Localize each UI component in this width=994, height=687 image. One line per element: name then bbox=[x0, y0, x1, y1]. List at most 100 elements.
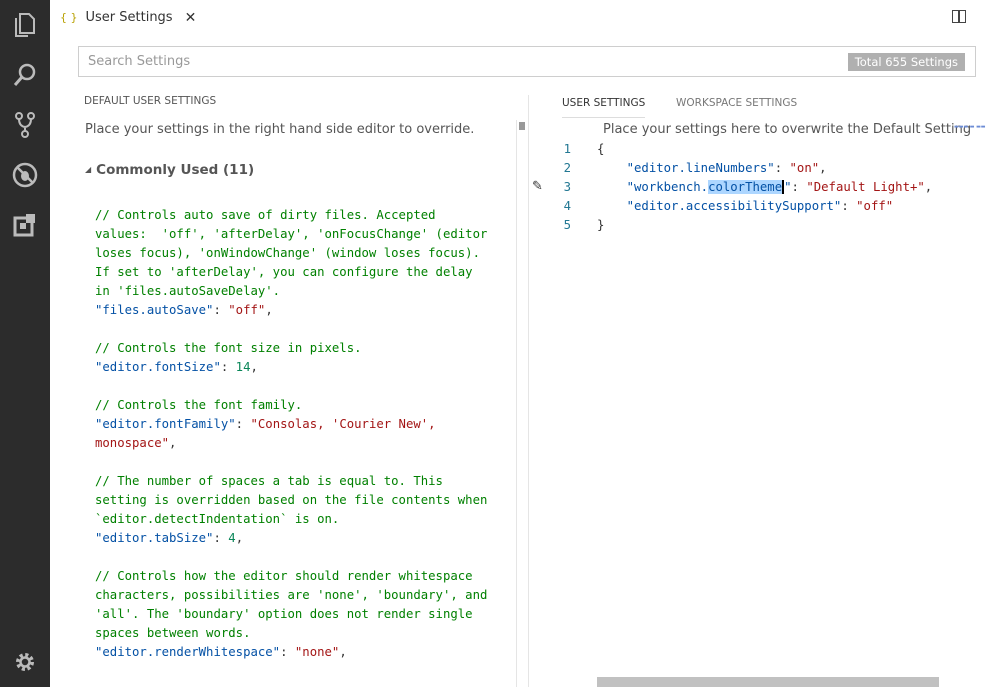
code-line: "editor.fontSize": 14, bbox=[95, 358, 487, 377]
code-line: spaces between words. bbox=[95, 624, 487, 643]
code-line bbox=[95, 453, 487, 472]
search-settings: Total 655 Settings bbox=[78, 46, 976, 77]
collapse-triangle-icon: ◢ bbox=[85, 165, 91, 174]
number-value: 4 bbox=[228, 531, 235, 545]
split-editor-icon[interactable] bbox=[952, 10, 966, 23]
code-line: "editor.tabSize": 4, bbox=[95, 529, 487, 548]
code-line: values: 'off', 'afterDelay', 'onFocusCha… bbox=[95, 225, 487, 244]
code-line: // Controls the font size in pixels. bbox=[95, 339, 487, 358]
string-value: monospace" bbox=[95, 436, 169, 450]
explorer-icon[interactable] bbox=[0, 0, 50, 50]
user-settings-hint: Place your settings here to overwrite th… bbox=[603, 122, 971, 137]
comment: // The number of spaces a tab is equal t… bbox=[95, 474, 443, 488]
line-number: 1 bbox=[545, 140, 571, 159]
code-line: "files.autoSave": "off", bbox=[95, 301, 487, 320]
code-line bbox=[95, 548, 487, 567]
json-braces-icon: { } bbox=[60, 11, 78, 24]
code-line: "editor.lineNumbers": "on", bbox=[597, 159, 932, 178]
setting-key: "editor.fontFamily" bbox=[95, 417, 236, 431]
punctuation: : bbox=[213, 303, 228, 317]
user-settings-editor[interactable]: { "editor.lineNumbers": "on", "workbench… bbox=[597, 140, 932, 235]
edit-pencil-icon[interactable]: ✎ bbox=[532, 179, 543, 194]
default-editor-scrollbar[interactable] bbox=[516, 120, 527, 687]
setting-key: "editor.renderWhitespace" bbox=[95, 645, 280, 659]
punctuation: : bbox=[775, 161, 790, 175]
code-line: "editor.fontFamily": "Consolas, 'Courier… bbox=[95, 415, 487, 434]
setting-key: "editor.lineNumbers" bbox=[627, 161, 775, 175]
setting-key: " bbox=[784, 180, 791, 194]
code-line: If set to 'afterDelay', you can configur… bbox=[95, 263, 487, 282]
code-line: // The number of spaces a tab is equal t… bbox=[95, 472, 487, 491]
punctuation bbox=[597, 161, 627, 175]
code-line: 'all'. The 'boundary' option does not re… bbox=[95, 605, 487, 624]
comment: setting is overridden based on the file … bbox=[95, 493, 487, 507]
selected-text: colorTheme bbox=[708, 180, 784, 194]
setting-key: "editor.accessibilitySupport" bbox=[627, 199, 842, 213]
commonly-used-section[interactable]: ◢Commonly Used (11) bbox=[85, 162, 254, 178]
horizontal-scrollbar[interactable] bbox=[597, 677, 939, 687]
line-number: 4 bbox=[545, 197, 571, 216]
punctuation: : bbox=[841, 199, 856, 213]
comment: `editor.detectIndentation` is on. bbox=[95, 512, 339, 526]
code-line: // Controls the font family. bbox=[95, 396, 487, 415]
comment: // Controls the font family. bbox=[95, 398, 302, 412]
punctuation: { bbox=[597, 142, 604, 156]
punctuation bbox=[597, 180, 627, 194]
minimap[interactable]: ▬▬▬ ▬ ▬▬ bbox=[954, 124, 986, 130]
punctuation bbox=[597, 199, 627, 213]
code-line: in 'files.autoSaveDelay'. bbox=[95, 282, 487, 301]
setting-key: "files.autoSave" bbox=[95, 303, 213, 317]
code-line: "editor.renderWhitespace": "none", bbox=[95, 643, 487, 662]
code-line: `editor.detectIndentation` is on. bbox=[95, 510, 487, 529]
code-line bbox=[95, 320, 487, 339]
close-tab-icon[interactable]: ✕ bbox=[185, 10, 197, 26]
search-icon[interactable] bbox=[0, 50, 50, 100]
string-value: "off" bbox=[856, 199, 893, 213]
punctuation: } bbox=[597, 218, 604, 232]
code-line: // Controls auto save of dirty files. Ac… bbox=[95, 206, 487, 225]
line-number: 5 bbox=[545, 216, 571, 235]
setting-key: "workbench. bbox=[627, 180, 708, 194]
extensions-icon[interactable] bbox=[0, 200, 50, 250]
code-line: characters, possibilities are 'none', 'b… bbox=[95, 586, 487, 605]
tab-bar: { } User Settings ✕ bbox=[50, 0, 994, 35]
source-control-icon[interactable] bbox=[0, 100, 50, 150]
code-line: monospace", bbox=[95, 434, 487, 453]
split-divider[interactable] bbox=[528, 95, 529, 687]
punctuation: : bbox=[792, 180, 807, 194]
punctuation: , bbox=[339, 645, 346, 659]
default-settings-header: DEFAULT USER SETTINGS bbox=[84, 95, 216, 107]
comment: characters, possibilities are 'none', 'b… bbox=[95, 588, 487, 602]
line-number: 3 bbox=[545, 178, 571, 197]
comment: If set to 'afterDelay', you can configur… bbox=[95, 265, 473, 279]
code-line: // Controls how the editor should render… bbox=[95, 567, 487, 586]
code-line: setting is overridden based on the file … bbox=[95, 491, 487, 510]
code-line: "editor.accessibilitySupport": "off" bbox=[597, 197, 932, 216]
settings-gear-icon[interactable] bbox=[0, 637, 50, 687]
comment: loses focus), 'onWindowChange' (window l… bbox=[95, 246, 480, 260]
tab-workspace-settings[interactable]: WORKSPACE SETTINGS bbox=[676, 97, 797, 109]
punctuation: , bbox=[819, 161, 826, 175]
punctuation: , bbox=[250, 360, 257, 374]
punctuation: : bbox=[280, 645, 295, 659]
number-value: 14 bbox=[236, 360, 251, 374]
debug-icon[interactable] bbox=[0, 150, 50, 200]
setting-key: "editor.tabSize" bbox=[95, 531, 213, 545]
string-value: "on" bbox=[790, 161, 820, 175]
punctuation: : bbox=[236, 417, 251, 431]
setting-key: "editor.fontSize" bbox=[95, 360, 221, 374]
comment: // Controls auto save of dirty files. Ac… bbox=[95, 208, 436, 222]
string-value: "off" bbox=[228, 303, 265, 317]
search-input[interactable] bbox=[79, 47, 975, 76]
tab-user-settings[interactable]: { } User Settings ✕ bbox=[60, 0, 196, 35]
punctuation: , bbox=[169, 436, 176, 450]
punctuation: , bbox=[236, 531, 243, 545]
punctuation: , bbox=[925, 180, 932, 194]
comment: // Controls how the editor should render… bbox=[95, 569, 473, 583]
activity-bar bbox=[0, 0, 50, 687]
comment: spaces between words. bbox=[95, 626, 250, 640]
scrollbar-thumb[interactable] bbox=[519, 122, 525, 130]
comment: in 'files.autoSaveDelay'. bbox=[95, 284, 280, 298]
tab-user-settings-scope[interactable]: USER SETTINGS bbox=[562, 97, 645, 118]
default-settings-editor[interactable]: // Controls auto save of dirty files. Ac… bbox=[95, 206, 487, 662]
